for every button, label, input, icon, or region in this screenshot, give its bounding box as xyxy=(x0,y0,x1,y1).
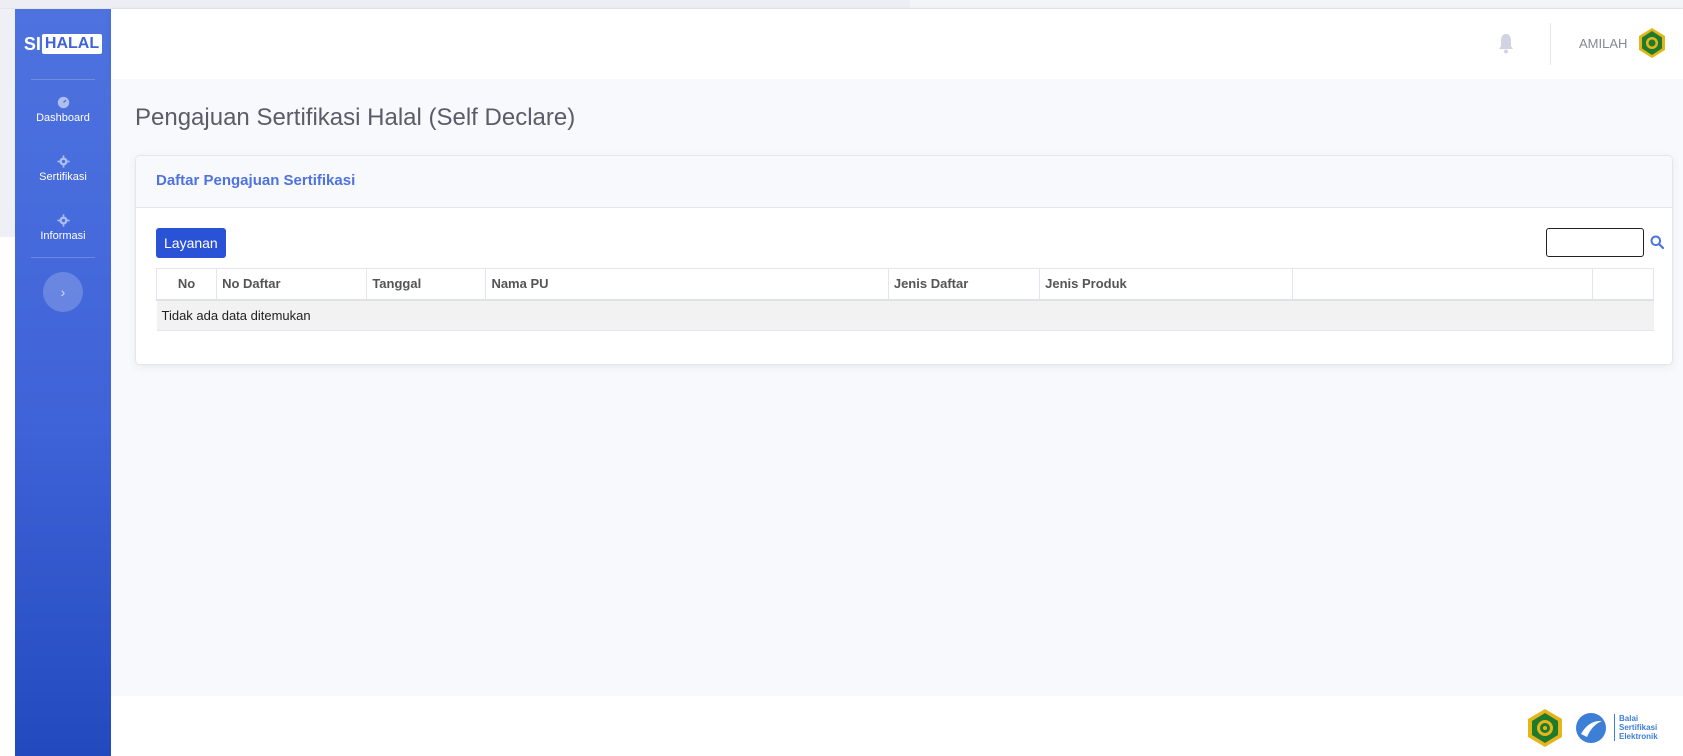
sidebar-item-label: Informasi xyxy=(40,229,86,242)
submissions-table: No No Daftar Tanggal Nama PU Jenis Dafta… xyxy=(155,268,1655,331)
column-header-action xyxy=(1591,268,1655,301)
bse-logo-text: Balai Sertifikasi Elektronik xyxy=(1614,714,1674,741)
empty-table-message: Tidak ada data ditemukan xyxy=(156,299,1654,331)
column-header-tanggal[interactable]: Tanggal xyxy=(366,268,486,301)
topbar-divider xyxy=(1550,23,1551,65)
topbar: AMILAH xyxy=(111,9,1683,79)
page-title: Pengajuan Sertifikasi Halal (Self Declar… xyxy=(135,104,576,131)
column-header-jenis-daftar[interactable]: Jenis Daftar xyxy=(887,268,1040,301)
search-input[interactable] xyxy=(1546,228,1644,257)
search-icon[interactable] xyxy=(1650,235,1664,249)
column-header-jenis-produk[interactable]: Jenis Produk xyxy=(1039,268,1293,301)
column-header-no[interactable]: No xyxy=(155,268,217,301)
footer: Balai Sertifikasi Elektronik xyxy=(111,696,1683,756)
gear-icon xyxy=(56,213,70,227)
brand-logo[interactable]: SI HALAL xyxy=(15,9,111,79)
column-header-no-daftar[interactable]: No Daftar xyxy=(216,268,367,301)
sidebar-toggle-button[interactable]: › xyxy=(43,272,83,312)
brand-halal-text: HALAL xyxy=(41,34,103,54)
column-header-nama-pu[interactable]: Nama PU xyxy=(485,268,889,301)
main-content: Pengajuan Sertifikasi Halal (Self Declar… xyxy=(111,79,1683,696)
chevron-right-icon: › xyxy=(60,284,66,300)
sidebar-item-label: Sertifikasi xyxy=(39,170,87,183)
card-title: Daftar Pengajuan Sertifikasi xyxy=(156,172,356,189)
sidebar: SI HALAL Dashboard Sertifikasi Informasi… xyxy=(15,9,111,756)
layanan-button[interactable]: Layanan xyxy=(156,228,226,258)
card-header: Daftar Pengajuan Sertifikasi xyxy=(136,156,1672,208)
table-header-row: No No Daftar Tanggal Nama PU Jenis Dafta… xyxy=(155,268,1655,301)
avatar[interactable] xyxy=(1636,27,1668,59)
kemenag-logo xyxy=(1528,709,1562,747)
submission-list-card: Daftar Pengajuan Sertifikasi Layanan No … xyxy=(135,155,1673,365)
sidebar-item-informasi[interactable]: Informasi xyxy=(15,198,111,257)
dashboard-icon xyxy=(57,96,69,108)
sidebar-divider xyxy=(31,257,95,258)
column-header-empty xyxy=(1292,268,1593,301)
user-name[interactable]: AMILAH xyxy=(1579,36,1627,51)
browser-top-strip xyxy=(0,0,1683,9)
bell-icon[interactable] xyxy=(1497,32,1515,54)
table-row: Tidak ada data ditemukan xyxy=(156,299,1654,331)
bse-logo xyxy=(1576,713,1606,743)
sidebar-item-dashboard[interactable]: Dashboard xyxy=(15,80,111,139)
gear-icon xyxy=(56,154,70,168)
sidebar-item-sertifikasi[interactable]: Sertifikasi xyxy=(15,139,111,198)
app-window: SI HALAL Dashboard Sertifikasi Informasi… xyxy=(0,0,1683,756)
sidebar-item-label: Dashboard xyxy=(36,111,90,124)
brand-si-text: SI xyxy=(23,33,41,54)
